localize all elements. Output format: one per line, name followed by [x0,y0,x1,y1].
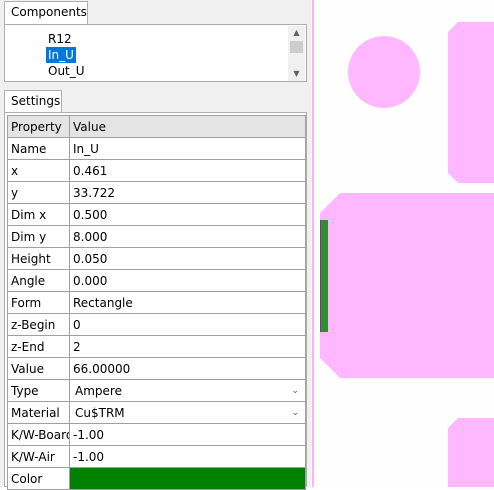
chevron-down-icon[interactable]: ⌄ [291,408,302,418]
material-select[interactable]: Cu$TRM ⌄ [69,401,306,424]
property-label: z-End [7,335,70,358]
setting-row-material: Material Cu$TRM ⌄ [7,401,306,424]
scroll-thumb[interactable] [290,41,303,53]
value-column-header: Value [69,115,306,138]
property-label: Height [7,247,70,270]
property-column-header: Property [7,115,70,138]
components-list[interactable]: R12 In_U Out_U ▲ ▼ [4,24,307,82]
pcb-canvas[interactable] [312,0,494,487]
settings-grid: Property Value Name In_U x 0.461 y 33.722 D… [7,115,306,490]
tab-components-label: Components [11,5,87,19]
copper-pad-middle[interactable] [320,193,494,378]
dim-y-value-field[interactable]: 8.000 [69,225,306,248]
tab-settings[interactable]: Settings [4,90,62,113]
dim-x-value-field[interactable]: 0.500 [69,203,306,226]
selected-component-trace[interactable] [320,220,328,332]
setting-row-kw-air: K/W-Air -1.00 [7,445,306,468]
component-item-in-u[interactable]: In_U [46,47,76,63]
setting-row-kw-board: K/W-Board -1.00 [7,423,306,446]
setting-row-value: Value 66.00000 [7,357,306,380]
kw-air-value-field[interactable]: -1.00 [69,445,306,468]
name-value-field[interactable]: In_U [69,137,306,160]
property-label: K/W-Air [7,445,70,468]
setting-row-y: y 33.722 [7,181,306,204]
setting-row-dim-x: Dim x 0.500 [7,203,306,226]
setting-row-color: Color [7,467,306,490]
scroll-down-icon[interactable]: ▼ [288,67,305,81]
color-swatch[interactable] [69,467,306,490]
setting-row-name: Name In_U [7,137,306,160]
copper-pad-bottom[interactable] [448,418,494,487]
material-select-value: Cu$TRM [75,405,125,420]
y-value-field[interactable]: 33.722 [69,181,306,204]
height-value-field[interactable]: 0.050 [69,247,306,270]
component-item-r12[interactable]: R12 [46,31,87,47]
z-begin-value-field[interactable]: 0 [69,313,306,336]
setting-row-form: Form Rectangle [7,291,306,314]
setting-row-type: Type Ampere ⌄ [7,379,306,402]
property-label: x [7,159,70,182]
setting-row-height: Height 0.050 [7,247,306,270]
z-end-value-field[interactable]: 2 [69,335,306,358]
setting-row-z-begin: z-Begin 0 [7,313,306,336]
setting-row-dim-y: Dim y 8.000 [7,225,306,248]
property-label: Dim x [7,203,70,226]
property-label: Value [7,357,70,380]
component-item-out-u[interactable]: Out_U [46,63,87,79]
side-panel: Components R12 In_U Out_U ▲ ▼ Settings P… [0,0,311,490]
copper-pad-top[interactable] [448,22,494,183]
settings-header-row: Property Value [7,115,306,138]
x-value-field[interactable]: 0.461 [69,159,306,182]
property-label: Form [7,291,70,314]
kw-board-value-field[interactable]: -1.00 [69,423,306,446]
setting-row-angle: Angle 0.000 [7,269,306,292]
pcb-layout [320,22,494,487]
setting-row-z-end: z-End 2 [7,335,306,358]
tab-components[interactable]: Components [4,1,88,25]
value-value-field[interactable]: 66.00000 [69,357,306,380]
components-scrollbar[interactable]: ▲ ▼ [288,26,305,81]
type-select[interactable]: Ampere ⌄ [69,379,306,402]
property-label: z-Begin [7,313,70,336]
round-pad[interactable] [348,36,420,108]
angle-value-field[interactable]: 0.000 [69,269,306,292]
settings-panel: Property Value Name In_U x 0.461 y 33.722 D… [4,112,307,490]
form-value-field[interactable]: Rectangle [69,291,306,314]
property-label: Type [7,379,70,402]
property-label: Dim y [7,225,70,248]
setting-row-x: x 0.461 [7,159,306,182]
property-label: Name [7,137,70,160]
canvas-border [312,0,314,487]
tab-settings-label: Settings [11,94,61,108]
property-label: y [7,181,70,204]
scroll-up-icon[interactable]: ▲ [288,26,305,40]
property-label: Material [7,401,70,424]
chevron-down-icon[interactable]: ⌄ [291,386,302,396]
property-label: Color [7,467,70,490]
property-label: K/W-Board [7,423,70,446]
type-select-value: Ampere [75,383,122,398]
property-label: Angle [7,269,70,292]
